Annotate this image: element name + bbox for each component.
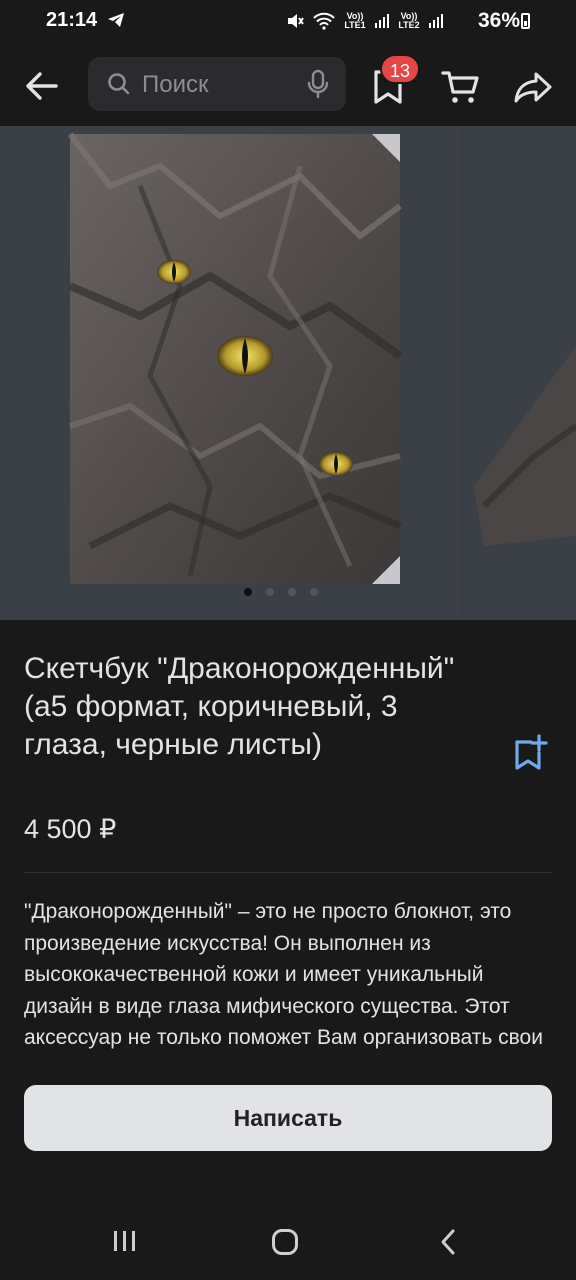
product-price: 4 500 ₽ [24, 814, 117, 844]
system-nav-bar [0, 1200, 576, 1280]
product-photo[interactable] [0, 126, 460, 620]
battery-icon [521, 13, 530, 29]
back-arrow-icon [26, 72, 58, 100]
bookmark-add-icon [515, 734, 548, 770]
top-bar: Поиск 13 [0, 44, 576, 126]
signal-icon [429, 14, 443, 28]
mute-icon [288, 14, 304, 28]
divider [24, 872, 552, 873]
search-placeholder: Поиск [142, 71, 209, 98]
status-icons: Vo)) LTE1 Vo)) LTE2 [286, 12, 444, 30]
telegram-icon [106, 10, 126, 36]
product-title: Скетчбук "Драконорожденный" (а5 формат, … [24, 652, 455, 761]
gallery-dot [310, 588, 318, 596]
save-to-bookmarks-button[interactable] [510, 733, 550, 773]
wifi-icon [313, 12, 335, 30]
gallery-dot [288, 588, 296, 596]
gallery-pagination [244, 588, 318, 596]
status-time: 21:14 [46, 9, 98, 31]
recents-icon[interactable] [112, 1228, 138, 1254]
share-button[interactable] [512, 66, 556, 110]
share-icon [514, 72, 552, 103]
cart-icon [441, 71, 479, 103]
search-input[interactable]: Поиск [88, 57, 346, 111]
sim1-label: Vo)) LTE1 [344, 11, 366, 30]
gallery-dot [266, 588, 274, 596]
photo-gallery[interactable] [0, 126, 576, 620]
back-icon[interactable] [438, 1228, 458, 1256]
microphone-icon[interactable] [306, 69, 330, 99]
bookmarks-badge: 13 [380, 54, 420, 84]
sim2-label: Vo)) LTE2 [398, 11, 420, 30]
gallery-dot-active [244, 588, 252, 596]
description-fade [0, 1046, 576, 1072]
battery-percent: 36% [477, 9, 520, 32]
back-button[interactable] [22, 66, 62, 106]
next-photo-preview[interactable] [464, 126, 576, 620]
write-seller-button[interactable]: Написать [24, 1085, 552, 1151]
signal-icon [375, 14, 389, 28]
search-icon [108, 73, 130, 95]
product-description[interactable]: "Драконорожденный" – это не просто блокн… [24, 896, 544, 1066]
cart-button[interactable] [440, 66, 484, 110]
home-icon[interactable] [272, 1229, 298, 1255]
status-bar: 21:14 Vo)) LTE1 Vo)) LTE2 36% [0, 0, 576, 44]
